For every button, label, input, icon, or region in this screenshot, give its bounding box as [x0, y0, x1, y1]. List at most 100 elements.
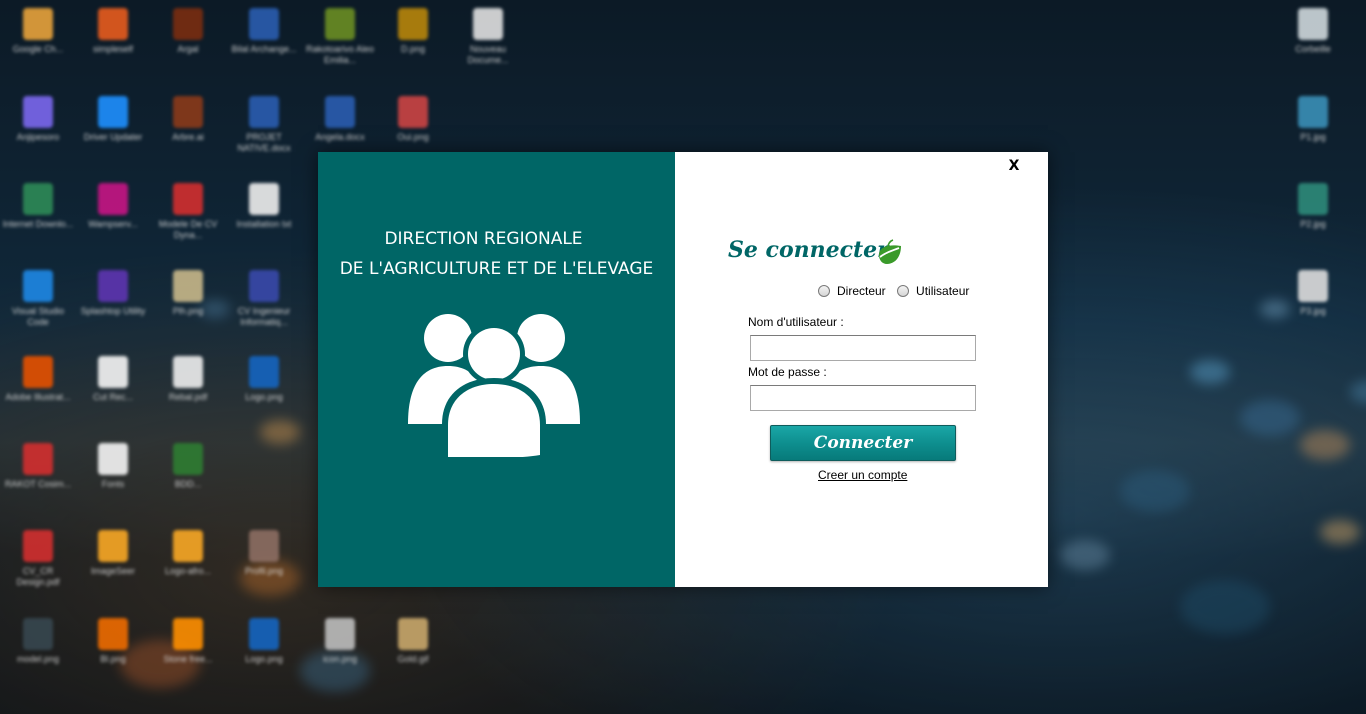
- desktop-shortcut-label: BDD...: [174, 479, 202, 489]
- file-icon: [1298, 8, 1328, 40]
- file-icon: [173, 530, 203, 562]
- desktop-shortcut[interactable]: CV Ingenieur Informatiq...: [228, 266, 300, 344]
- desktop-shortcut-label: Modele De CV Dyna...: [158, 219, 218, 240]
- desktop-shortcut[interactable]: Logo.png: [228, 614, 300, 692]
- desktop-shortcut-label: Adobe Illustrat...: [5, 392, 71, 402]
- desktop-shortcut-label: Wampserv...: [88, 219, 138, 229]
- desktop-shortcut[interactable]: Nouveau Docume...: [452, 4, 524, 82]
- file-icon: [325, 8, 355, 40]
- desktop-shortcut-label: Logo.png: [245, 654, 283, 664]
- desktop-shortcut-label: Visual Studio Code: [11, 306, 65, 327]
- desktop-shortcut[interactable]: Splashtop Utility: [77, 266, 149, 344]
- desktop-shortcut[interactable]: PROJET NATIVE.docx: [228, 92, 300, 170]
- desktop-shortcut[interactable]: BDD...: [152, 439, 224, 517]
- desktop-shortcut-label: P1.jpg: [1300, 132, 1326, 142]
- desktop-shortcut[interactable]: Corbeille: [1277, 4, 1349, 82]
- desktop-shortcut[interactable]: Bilal Archange...: [228, 4, 300, 82]
- file-icon: [23, 96, 53, 128]
- desktop-shortcut-label: P2.jpg: [1300, 219, 1326, 229]
- connect-button[interactable]: Connecter: [770, 425, 956, 461]
- file-icon: [98, 96, 128, 128]
- desktop-shortcut[interactable]: model.png: [2, 614, 74, 692]
- desktop-shortcut[interactable]: Google Ch...: [2, 4, 74, 82]
- file-icon: [325, 618, 355, 650]
- desktop-shortcut[interactable]: Profil.png: [228, 526, 300, 604]
- desktop-shortcut-label: Bl.png: [100, 654, 126, 664]
- file-icon: [249, 183, 279, 215]
- desktop-shortcut-label: CV_CR Design.pdf: [16, 566, 60, 587]
- desktop-shortcut[interactable]: Stone free...: [152, 614, 224, 692]
- desktop-shortcut-label: Bilal Archange...: [231, 44, 297, 54]
- password-label: Mot de passe :: [748, 365, 827, 379]
- file-icon: [173, 618, 203, 650]
- desktop-shortcut[interactable]: Rakotoarivo Aleo Emilia...: [304, 4, 376, 82]
- desktop-shortcut[interactable]: CV_CR Design.pdf: [2, 526, 74, 604]
- organization-title: DIRECTION REGIONALE DE L'AGRICULTURE ET …: [318, 224, 675, 284]
- desktop-shortcut[interactable]: RAKOT Cosim...: [2, 439, 74, 517]
- desktop-shortcut-label: P3.jpg: [1300, 306, 1326, 316]
- desktop-shortcut[interactable]: Bl.png: [77, 614, 149, 692]
- file-icon: [325, 96, 355, 128]
- desktop-shortcut[interactable]: Fonts: [77, 439, 149, 517]
- create-account-link[interactable]: Creer un compte: [818, 468, 907, 482]
- desktop-shortcut[interactable]: Arbre.ai: [152, 92, 224, 170]
- desktop-shortcut[interactable]: Argal: [152, 4, 224, 82]
- file-icon: [23, 618, 53, 650]
- desktop-shortcut[interactable]: P2.jpg: [1277, 179, 1349, 257]
- file-icon: [249, 96, 279, 128]
- close-button[interactable]: X: [1005, 158, 1023, 176]
- desktop-shortcut[interactable]: Anjipesoro: [2, 92, 74, 170]
- desktop-shortcut-label: Profil.png: [244, 566, 284, 576]
- desktop-shortcut[interactable]: Gold.gif: [377, 614, 449, 692]
- desktop-shortcut-label: Stone free...: [163, 654, 213, 664]
- desktop-shortcut[interactable]: Adobe Illustrat...: [2, 352, 74, 430]
- file-icon: [249, 270, 279, 302]
- desktop-shortcut-label: Logo.png: [245, 392, 283, 402]
- desktop-shortcut-label: Plh.png: [172, 306, 204, 316]
- file-icon: [23, 8, 53, 40]
- file-icon: [98, 618, 128, 650]
- file-icon: [249, 618, 279, 650]
- desktop-shortcut[interactable]: D.png: [377, 4, 449, 82]
- desktop-shortcut[interactable]: P1.jpg: [1277, 92, 1349, 170]
- file-icon: [98, 270, 128, 302]
- file-icon: [398, 8, 428, 40]
- desktop-shortcut-label: Gold.gif: [397, 654, 429, 664]
- desktop-shortcut[interactable]: Wampserv...: [77, 179, 149, 257]
- file-icon: [398, 96, 428, 128]
- password-field[interactable]: [750, 385, 976, 411]
- desktop-shortcut-label: Cut Rec...: [92, 392, 133, 402]
- desktop-shortcut[interactable]: ImageSeer: [77, 526, 149, 604]
- desktop-shortcut[interactable]: Cut Rec...: [77, 352, 149, 430]
- leaf-icon: [879, 239, 901, 264]
- role-selector: Directeur Utilisateur: [818, 284, 977, 300]
- file-icon: [23, 183, 53, 215]
- file-icon: [173, 270, 203, 302]
- desktop-shortcut[interactable]: Internet Downlo...: [2, 179, 74, 257]
- desktop-shortcut-label: model.png: [16, 654, 60, 664]
- desktop-shortcut[interactable]: Logo-afro...: [152, 526, 224, 604]
- desktop-shortcut[interactable]: Rebal.pdf: [152, 352, 224, 430]
- desktop-shortcut[interactable]: Visual Studio Code: [2, 266, 74, 344]
- desktop-shortcut-label: PROJET NATIVE.docx: [237, 132, 291, 153]
- desktop-shortcut[interactable]: Plh.png: [152, 266, 224, 344]
- role-option-directeur[interactable]: Directeur: [818, 284, 886, 298]
- file-icon: [173, 443, 203, 475]
- role-option-utilisateur[interactable]: Utilisateur: [897, 284, 969, 298]
- desktop-shortcut[interactable]: P3.jpg: [1277, 266, 1349, 344]
- radio-directeur[interactable]: [818, 285, 830, 297]
- desktop-shortcut[interactable]: Driver Updater: [77, 92, 149, 170]
- desktop-shortcut[interactable]: Logo.png: [228, 352, 300, 430]
- desktop-shortcut-label: simpleself: [92, 44, 133, 54]
- file-icon: [98, 183, 128, 215]
- desktop-shortcut[interactable]: simpleself: [77, 4, 149, 82]
- file-icon: [173, 183, 203, 215]
- desktop-shortcut[interactable]: Installation txt: [228, 179, 300, 257]
- file-icon: [473, 8, 503, 40]
- desktop-shortcut-label: ImageSeer: [90, 566, 136, 576]
- desktop-shortcut-label: Oui.png: [397, 132, 429, 142]
- desktop-shortcut[interactable]: Modele De CV Dyna...: [152, 179, 224, 257]
- desktop-shortcut[interactable]: icon.png: [304, 614, 376, 692]
- radio-utilisateur[interactable]: [897, 285, 910, 297]
- username-field[interactable]: [750, 335, 976, 361]
